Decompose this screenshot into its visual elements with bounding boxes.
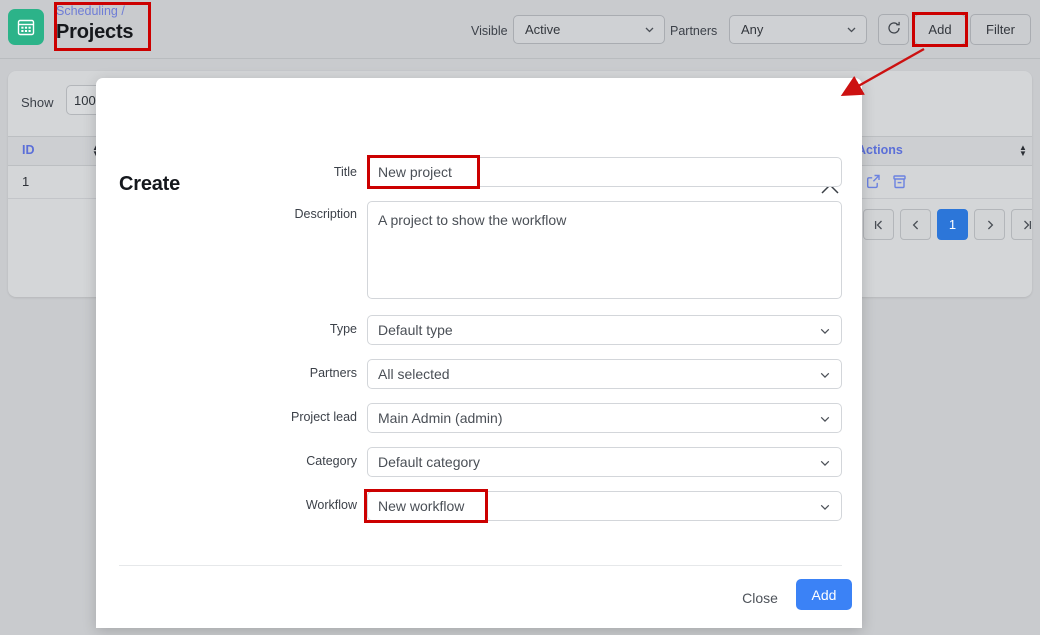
- breadcrumb-and-title: Scheduling / Projects: [56, 4, 149, 49]
- field-value-title: New project: [378, 164, 452, 180]
- field-select-type[interactable]: Default type: [367, 315, 842, 345]
- partners-filter-label: Partners: [670, 24, 718, 38]
- column-header-actions[interactable]: Actions: [857, 143, 903, 157]
- footer-divider: [119, 565, 842, 566]
- visible-filter-label: Visible: [471, 24, 508, 38]
- partners-filter-value: Any: [741, 22, 764, 37]
- page-title: Projects: [56, 21, 134, 43]
- visible-filter-value: Active: [525, 22, 561, 37]
- pagination-next[interactable]: [974, 209, 1005, 240]
- filter-button-label: Filter: [986, 22, 1015, 37]
- field-value-type: Default type: [378, 322, 453, 338]
- chevron-down-icon: [818, 412, 831, 425]
- field-label-description: Description: [294, 207, 357, 221]
- field-label-type: Type: [329, 322, 357, 336]
- chevron-down-icon: [845, 23, 858, 36]
- show-entries-value: 100: [74, 92, 96, 108]
- open-external-icon[interactable]: [865, 173, 882, 195]
- chevron-down-icon: [818, 500, 831, 513]
- column-header-id[interactable]: ID: [22, 143, 35, 157]
- chevron-down-icon: [818, 368, 831, 381]
- pagination-first[interactable]: [863, 209, 894, 240]
- add-button-label: Add: [928, 22, 952, 37]
- visible-filter-select[interactable]: Active: [513, 15, 665, 44]
- show-entries-label: Show: [21, 95, 54, 110]
- archive-icon[interactable]: [891, 173, 908, 195]
- field-select-workflow[interactable]: New workflow: [367, 491, 842, 521]
- chevron-down-icon: [818, 456, 831, 469]
- field-label-title: Title: [333, 165, 357, 179]
- field-select-partners[interactable]: All selected: [367, 359, 842, 389]
- chevron-down-icon: [818, 324, 831, 337]
- filter-button[interactable]: Filter: [970, 14, 1031, 45]
- pagination-page-1[interactable]: 1: [937, 209, 968, 240]
- chevron-down-icon: [643, 23, 656, 36]
- field-input-title[interactable]: New project: [367, 157, 842, 187]
- field-value-project-lead: Main Admin (admin): [378, 410, 503, 426]
- add-button[interactable]: Add: [914, 14, 966, 45]
- field-label-workflow: Workflow: [305, 498, 357, 512]
- field-label-project-lead: Project lead: [290, 410, 357, 424]
- submit-add-button[interactable]: Add: [796, 579, 852, 610]
- field-value-description: A project to show the workflow: [378, 212, 567, 228]
- pagination-last[interactable]: [1011, 209, 1032, 240]
- pagination: 1: [857, 209, 1032, 240]
- refresh-icon: [886, 20, 902, 39]
- sort-icon[interactable]: ▲▼: [1019, 144, 1028, 158]
- field-select-project-lead[interactable]: Main Admin (admin): [367, 403, 842, 433]
- field-label-partners: Partners: [309, 366, 357, 380]
- create-project-modal: Create Title New project Description A p…: [96, 78, 862, 628]
- pagination-prev[interactable]: [900, 209, 931, 240]
- field-select-category[interactable]: Default category: [367, 447, 842, 477]
- field-label-category: Category: [306, 454, 357, 468]
- field-value-workflow: New workflow: [378, 498, 465, 514]
- close-button[interactable]: Close: [730, 583, 790, 613]
- cell-id: 1: [22, 174, 30, 189]
- field-textarea-description[interactable]: A project to show the workflow: [367, 201, 842, 299]
- top-toolbar: Scheduling / Projects Visible Active Par…: [0, 0, 1040, 59]
- modal-title: Create: [119, 173, 181, 195]
- breadcrumb[interactable]: Scheduling /: [56, 4, 149, 19]
- partners-filter-select[interactable]: Any: [729, 15, 867, 44]
- field-value-category: Default category: [378, 454, 480, 470]
- field-value-partners: All selected: [378, 366, 450, 382]
- refresh-button[interactable]: [878, 14, 909, 45]
- calendar-icon[interactable]: [8, 9, 44, 45]
